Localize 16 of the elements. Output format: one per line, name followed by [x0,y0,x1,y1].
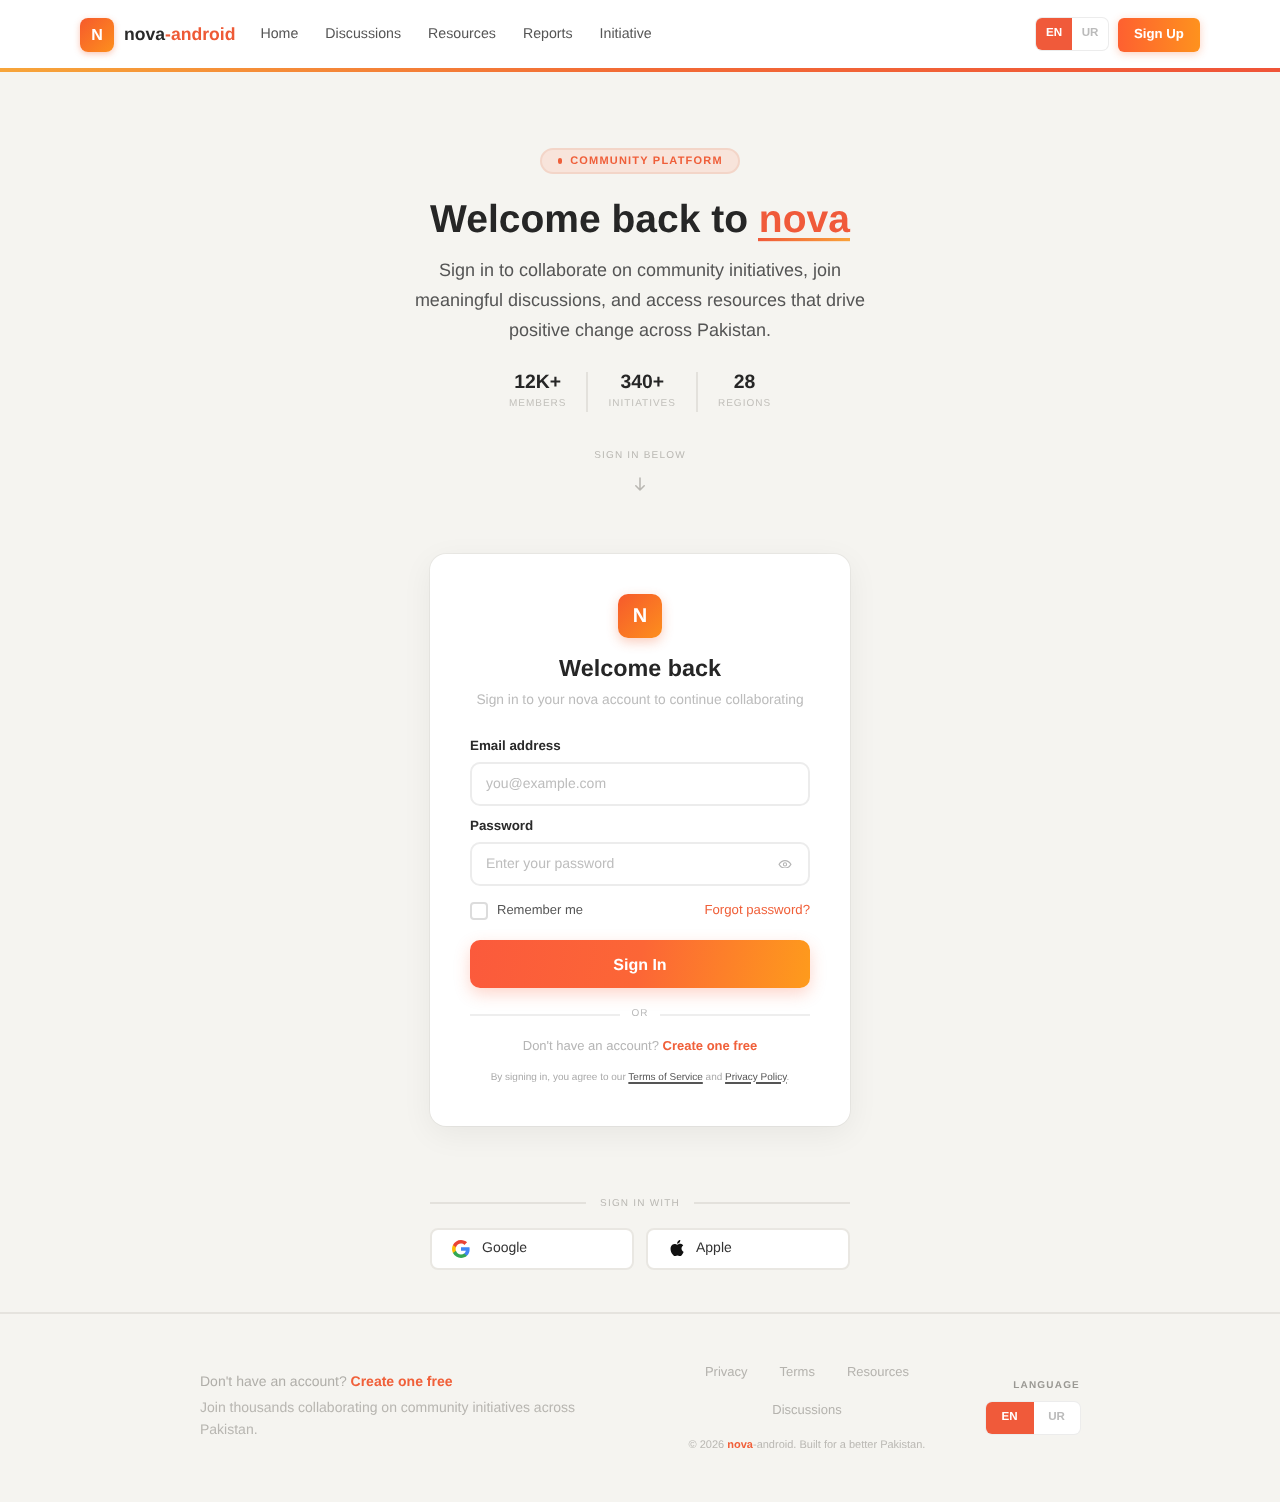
card-title: Welcome back [557,653,723,683]
eye-icon[interactable] [778,859,792,869]
brand-logo: N [618,594,662,638]
stat-value: 28 [733,372,756,396]
sign-in-button[interactable]: Sign In [470,940,810,988]
g-logo-icon [452,1239,470,1257]
hero-description: Sign in to collaborate on community initiatives, join meaningful discussions, and access resources that drive positive change across Pakistan. [412,257,868,344]
down-arrow-icon [634,476,646,492]
page-heading: Welcome back to nova [430,196,850,244]
apple-icon [670,1239,684,1257]
stat-value: 340+ [620,372,665,396]
brand-logo[interactable]: N [80,17,114,51]
brand-name[interactable]: nova-android [124,24,236,44]
dot-icon [557,158,563,164]
remember-checkbox[interactable] [470,901,488,919]
stat-value: 12K+ [514,372,562,396]
